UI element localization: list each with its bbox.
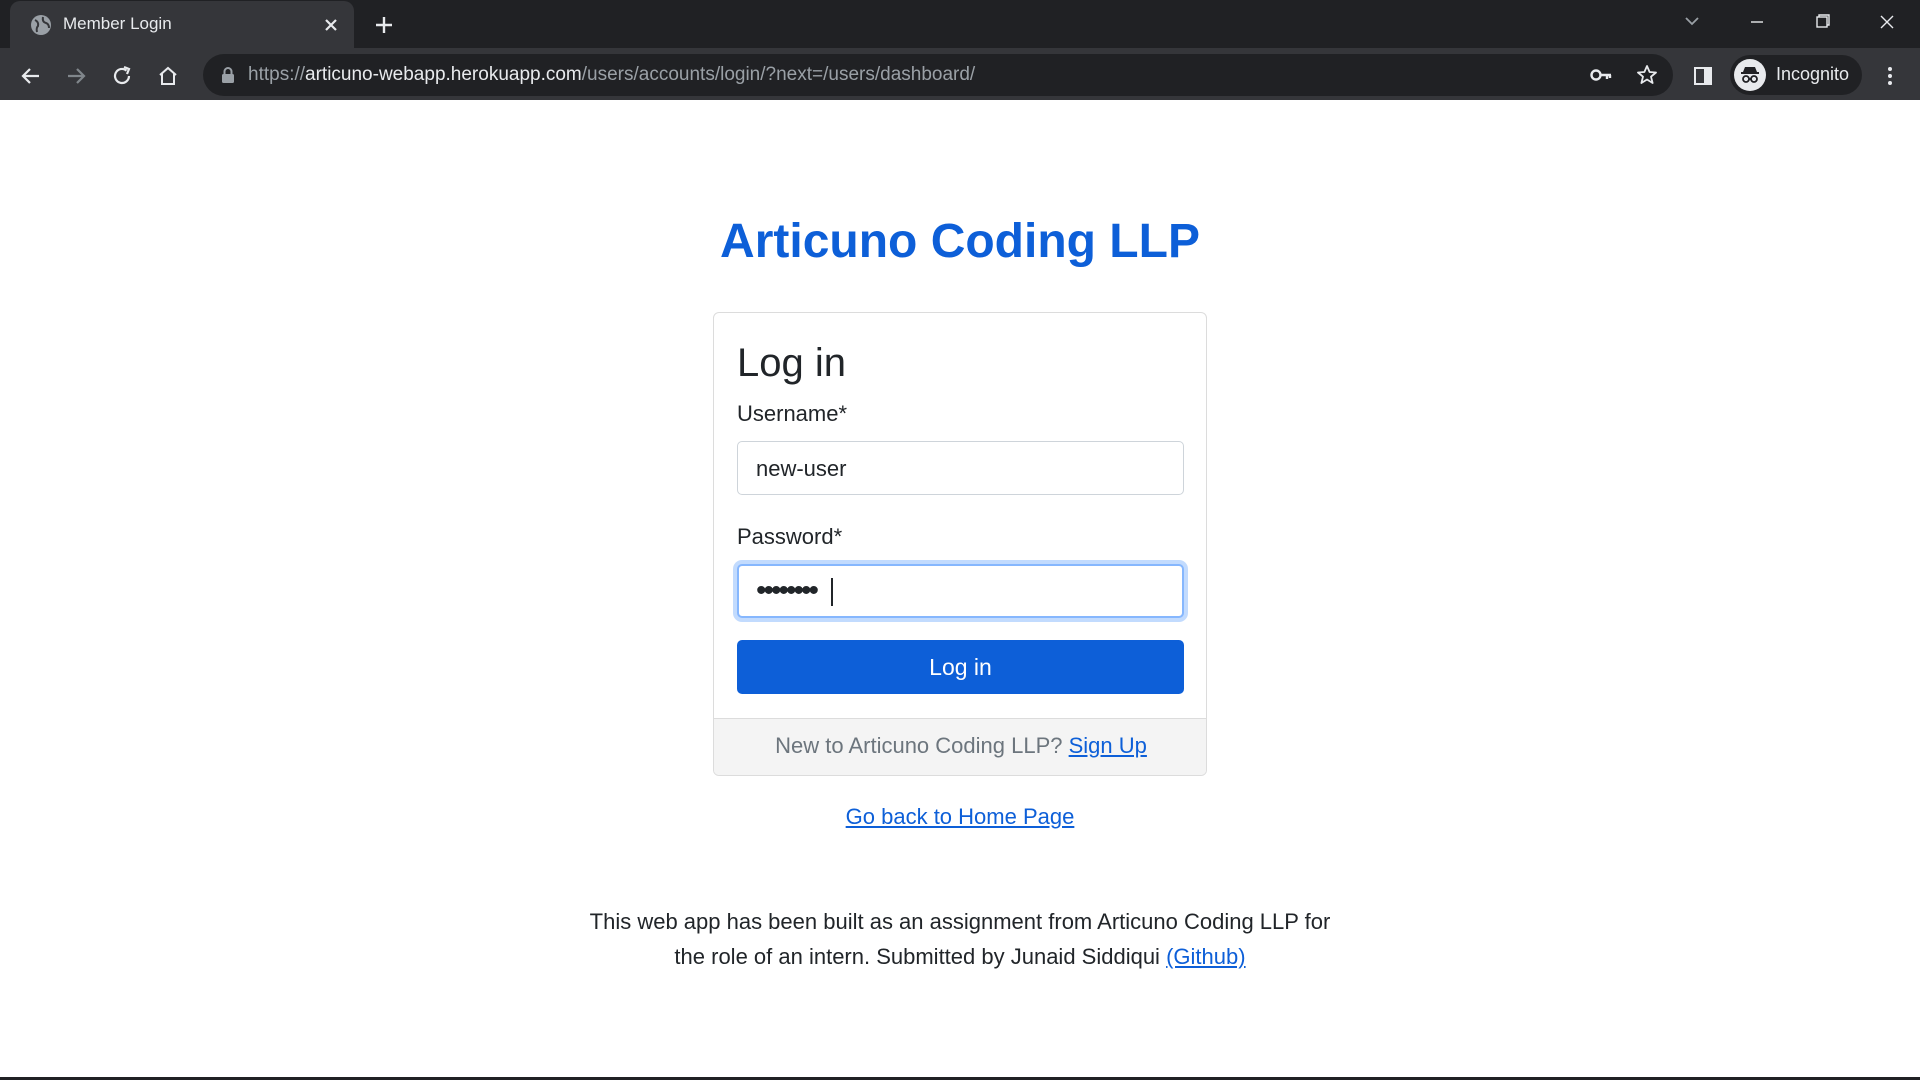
tab-strip: Member Login — [0, 0, 1920, 48]
tab-title: Member Login — [63, 14, 172, 33]
username-input[interactable]: new-user — [737, 441, 1184, 495]
url-path: /users/accounts/login/?next=/users/dashb… — [581, 64, 976, 85]
home-link-row: Go back to Home Page — [0, 804, 1920, 830]
password-value: •••••••• — [756, 574, 819, 607]
reload-icon — [113, 65, 131, 85]
arrow-right-icon — [68, 68, 86, 84]
footer-line-2: the role of an intern. Submitted by Juna… — [560, 939, 1360, 974]
github-link[interactable]: (Github) — [1166, 944, 1245, 969]
password-input[interactable]: •••••••• — [737, 564, 1184, 618]
lock-icon[interactable] — [220, 66, 236, 84]
side-panel-icon — [1694, 67, 1712, 85]
arrow-left-icon — [21, 68, 39, 84]
url-text[interactable]: https://articuno-webapp.herokuapp.com/us… — [248, 64, 975, 86]
home-page-link[interactable]: Go back to Home Page — [846, 804, 1075, 829]
footer-line-2-text: the role of an intern. Submitted by Juna… — [674, 944, 1160, 969]
login-card: Log in Username* new-user Password* ••••… — [713, 312, 1207, 776]
more-vert-icon — [1888, 67, 1892, 85]
text-caret — [831, 578, 833, 606]
incognito-label: Incognito — [1776, 64, 1850, 84]
restore-icon[interactable] — [1800, 6, 1844, 38]
url-host: articuno-webapp.herokuapp.com — [305, 64, 582, 85]
tab-search-chevron-icon[interactable] — [1670, 6, 1714, 38]
footer-note: This web app has been built as an assign… — [560, 904, 1360, 974]
forward-button[interactable] — [58, 58, 94, 94]
browser-menu-button[interactable] — [1872, 58, 1908, 94]
side-panel-button[interactable] — [1685, 58, 1721, 94]
bookmark-star-icon[interactable] — [1635, 63, 1659, 87]
browser-chrome: Member Login https://articuno-webapp.her… — [0, 0, 1920, 100]
home-button[interactable] — [150, 58, 186, 94]
key-icon[interactable] — [1589, 64, 1613, 86]
signup-link[interactable]: Sign Up — [1069, 733, 1147, 758]
signup-footer: New to Articuno Coding LLP? Sign Up — [714, 718, 1206, 775]
incognito-icon — [1734, 59, 1766, 91]
close-tab-icon[interactable] — [318, 12, 344, 38]
address-bar[interactable]: https://articuno-webapp.herokuapp.com/us… — [203, 54, 1673, 96]
tab-member-login[interactable]: Member Login — [10, 1, 354, 48]
globe-icon — [31, 15, 51, 35]
back-button[interactable] — [13, 58, 49, 94]
login-heading: Log in — [737, 341, 846, 385]
new-tab-icon[interactable] — [370, 11, 398, 39]
home-icon — [159, 66, 177, 85]
minimize-icon[interactable] — [1735, 6, 1779, 38]
close-window-icon[interactable] — [1865, 6, 1909, 38]
incognito-profile-button[interactable]: Incognito — [1730, 55, 1862, 95]
username-value: new-user — [756, 456, 847, 481]
site-brand-title: Articuno Coding LLP — [720, 215, 1200, 268]
signup-prompt: New to Articuno Coding LLP? — [775, 733, 1063, 758]
reload-button[interactable] — [104, 58, 140, 94]
password-label: Password* — [737, 524, 843, 549]
username-label: Username* — [737, 401, 848, 426]
url-prefix: https:// — [248, 64, 306, 85]
footer-line-1: This web app has been built as an assign… — [589, 909, 1331, 934]
login-button[interactable]: Log in — [737, 640, 1184, 694]
